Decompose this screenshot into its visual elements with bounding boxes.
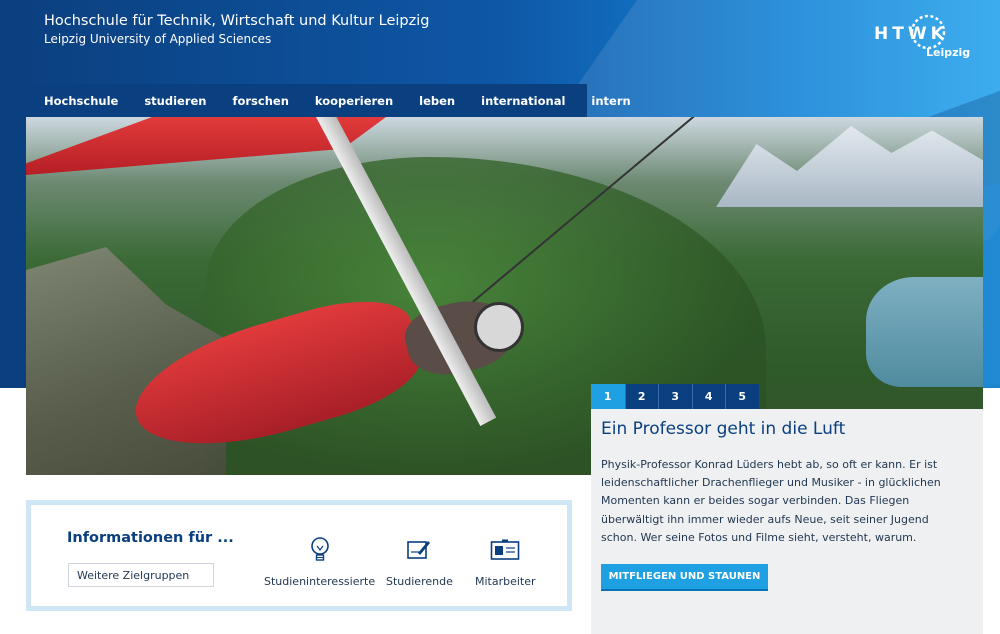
logo-wordmark: HTWK [874, 24, 948, 44]
notepad-icon [404, 535, 434, 565]
target-group-box: Informationen für ... Weitere Zielgruppe… [26, 500, 572, 611]
group-mitarbeiter[interactable]: Mitarbeiter [475, 535, 536, 588]
nav-item-leben[interactable]: leben [419, 94, 455, 108]
teaser-panel: Ein Professor geht in die Luft Physik-Pr… [591, 409, 983, 634]
target-group-title: Informationen für ... [67, 530, 234, 546]
nav-item-forschen[interactable]: forschen [232, 94, 288, 108]
nav-item-intern[interactable]: intern [591, 94, 630, 108]
site-title[interactable]: Hochschule für Technik, Wirtschaft und K… [44, 12, 429, 48]
htwk-logo[interactable]: HTWK Leipzig [868, 8, 978, 64]
teaser-text: Physik-Professor Konrad Lüders hebt ab, … [601, 458, 941, 544]
site-title-main[interactable]: Hochschule für Technik, Wirtschaft und K… [44, 12, 429, 31]
slide-tab-3[interactable]: 3 [658, 384, 692, 409]
logo-city: Leipzig [926, 46, 971, 59]
slide-tab-2[interactable]: 2 [624, 384, 659, 409]
nav-item-kooperieren[interactable]: kooperieren [315, 94, 393, 108]
group-label: Mitarbeiter [475, 575, 536, 588]
site-title-sub[interactable]: Leipzig University of Applied Sciences [44, 31, 429, 48]
teaser-title: Ein Professor geht in die Luft [601, 419, 846, 439]
id-card-icon [490, 535, 520, 565]
group-label: Studierende [386, 575, 453, 588]
lightbulb-icon [305, 535, 335, 565]
target-group-select[interactable]: Weitere Zielgruppen [68, 563, 214, 587]
group-studierende[interactable]: Studierende [386, 535, 453, 588]
slide-tab-5[interactable]: 5 [725, 384, 759, 409]
slide-tab-1[interactable]: 1 [591, 384, 625, 409]
slide-tab-4[interactable]: 4 [691, 384, 726, 409]
teaser-cta-button[interactable]: MITFLIEGEN UND STAUNEN [601, 564, 768, 591]
nav-item-international[interactable]: international [481, 94, 565, 108]
group-studieninteressierte[interactable]: Studieninteressierte [264, 535, 375, 588]
nav-item-studieren[interactable]: studieren [144, 94, 206, 108]
main-nav: Hochschule studieren forschen kooperiere… [26, 84, 631, 117]
group-label: Studieninteressierte [264, 575, 376, 588]
nav-item-hochschule[interactable]: Hochschule [44, 94, 118, 108]
slider-pagination: 1 2 3 4 5 [591, 384, 759, 409]
